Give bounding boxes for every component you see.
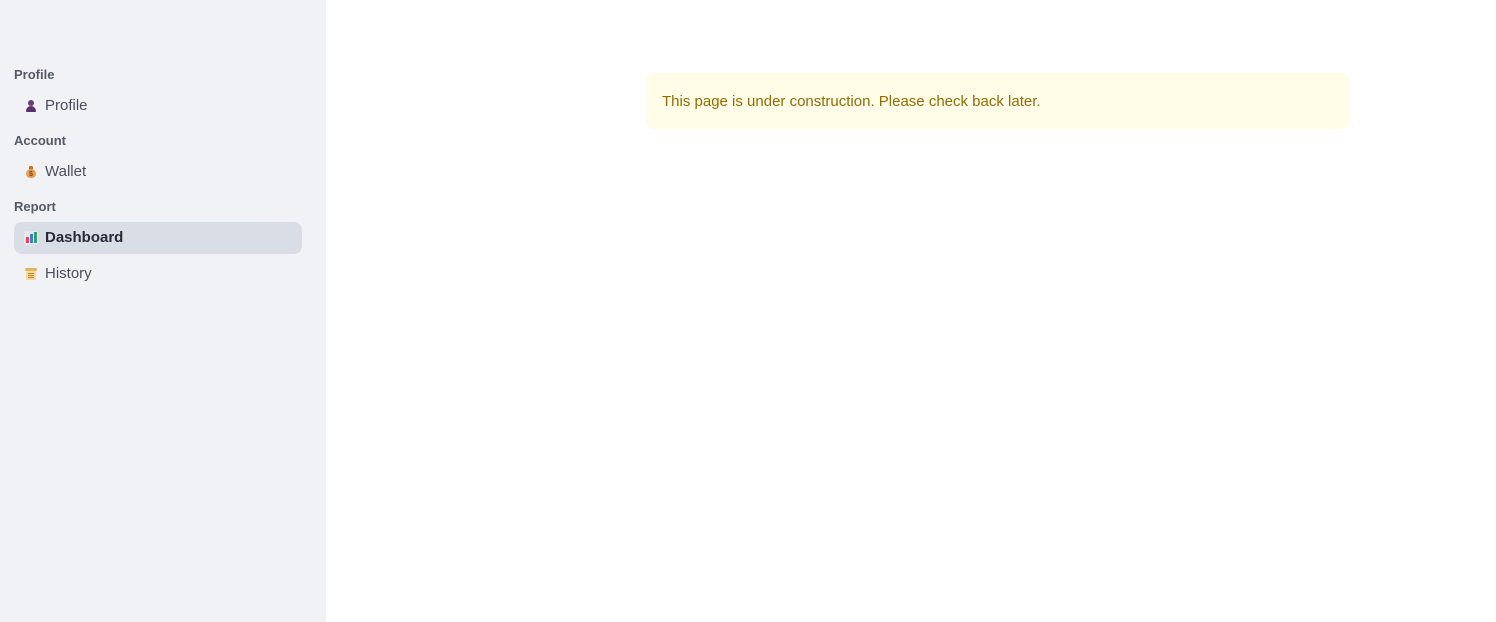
person-icon (24, 99, 38, 113)
warning-alert: This page is under construction. Please … (646, 73, 1350, 129)
sidebar-item-wallet[interactable]: $ Wallet (14, 156, 302, 188)
section-header-profile: Profile (14, 67, 55, 82)
scroll-icon (24, 267, 38, 281)
section-header-report: Report (14, 199, 56, 214)
sidebar-item-label: Wallet (45, 163, 87, 180)
sidebar-item-label: History (45, 265, 92, 282)
sidebar-item-history[interactable]: History (14, 258, 302, 290)
bar-chart-icon (24, 231, 38, 245)
main-content: This page is under construction. Please … (326, 0, 1496, 622)
sidebar-item-label: Profile (45, 97, 88, 114)
sidebar-item-profile[interactable]: Profile (14, 90, 302, 122)
alert-message: This page is under construction. Please … (662, 92, 1041, 110)
sidebar: Profile Profile Account $ Wallet Report (0, 0, 326, 622)
sidebar-item-dashboard[interactable]: Dashboard (14, 222, 302, 254)
section-header-account: Account (14, 133, 66, 148)
app-window: Profile Profile Account $ Wallet Report (0, 0, 1496, 622)
money-bag-icon: $ (24, 165, 38, 179)
sidebar-item-label: Dashboard (45, 229, 124, 246)
nav-section-account: Account $ Wallet (14, 126, 302, 188)
nav-section-report: Report Dashboard History (14, 192, 302, 290)
nav-section-profile: Profile Profile (14, 60, 302, 122)
